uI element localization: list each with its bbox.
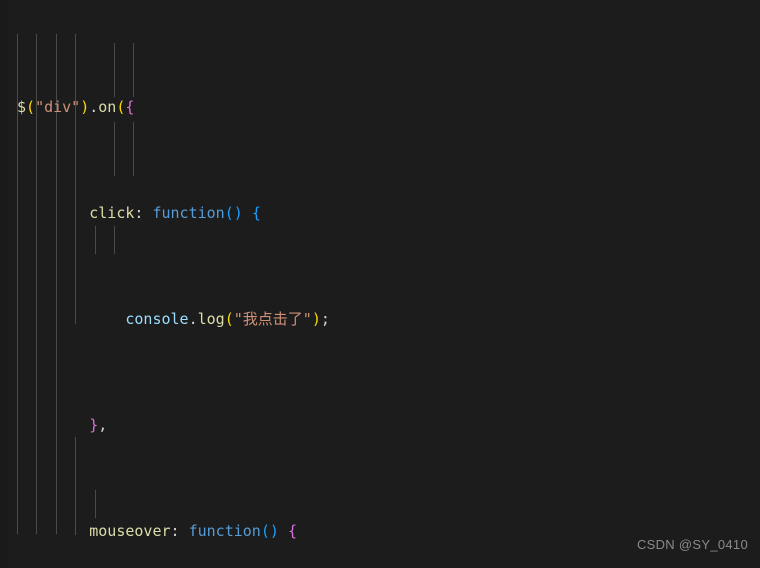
code-line[interactable]: $("div").on({ xyxy=(0,94,760,121)
code-line[interactable]: console.log("我点击了"); xyxy=(0,306,760,333)
code-line[interactable]: click: function() { xyxy=(0,200,760,227)
csdn-watermark: CSDN @SY_0410 xyxy=(636,536,748,552)
code-lines[interactable]: $("div").on({ click: function() { consol… xyxy=(0,14,760,568)
code-editor[interactable]: $("div").on({ click: function() { consol… xyxy=(0,0,760,568)
code-line[interactable]: }, xyxy=(0,412,760,439)
